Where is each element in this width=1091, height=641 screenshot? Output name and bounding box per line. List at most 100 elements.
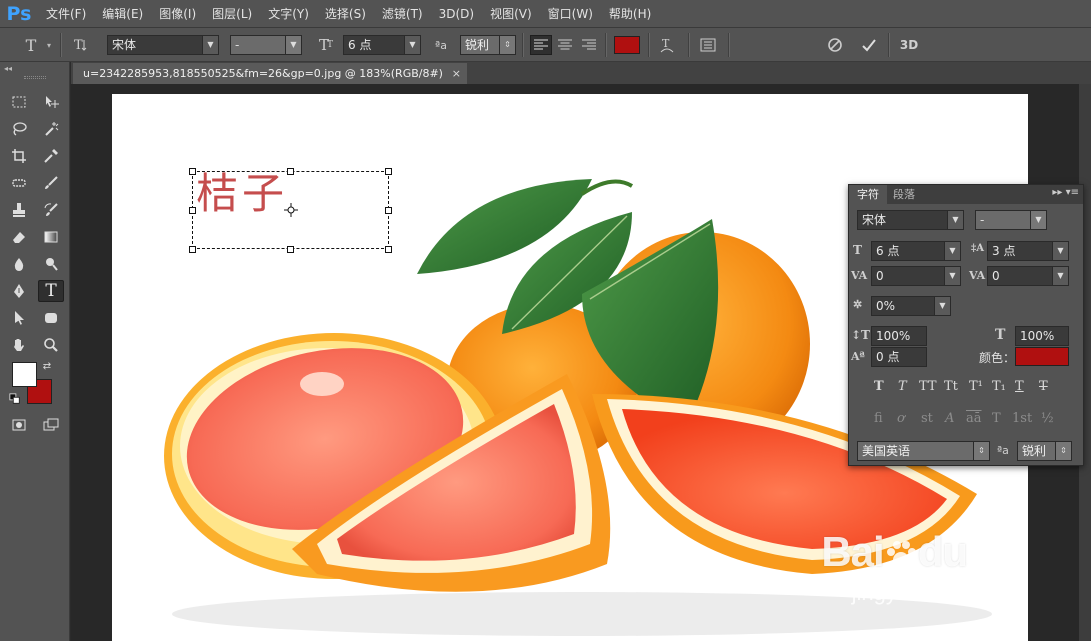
dodge-tool-icon[interactable]	[38, 253, 64, 275]
pen-tool-icon[interactable]	[6, 280, 32, 302]
panel-font-style-select[interactable]: - ▼	[975, 210, 1047, 230]
panel-font-family-select[interactable]: 宋体 ▼	[857, 210, 964, 230]
tab-paragraph[interactable]: 段落	[885, 185, 923, 204]
language-select[interactable]: 美国英语 ⇕	[857, 441, 990, 461]
align-center-button[interactable]	[554, 35, 576, 55]
menu-select[interactable]: 选择(S)	[317, 0, 374, 28]
faux-italic-button[interactable]: T	[898, 379, 907, 394]
kerning-select[interactable]: 0 ▼	[871, 266, 961, 286]
warp-text-icon[interactable]: T	[656, 35, 678, 55]
small-caps-button[interactable]: Tt	[944, 379, 958, 394]
discretionary-ligatures-button[interactable]: st	[921, 411, 933, 426]
titling-alternates-button[interactable]: T	[992, 411, 1001, 426]
transform-handle[interactable]	[189, 168, 196, 175]
type-tool-icon[interactable]: T	[38, 280, 64, 302]
updown-icon: ⇕	[499, 36, 515, 54]
swash-button[interactable]: A	[945, 411, 954, 426]
type-tool-preset-icon[interactable]: T	[20, 35, 42, 55]
commit-check-icon[interactable]	[858, 35, 880, 55]
menu-type[interactable]: 文字(Y)	[260, 0, 317, 28]
panel-color-swatch[interactable]	[1015, 347, 1069, 366]
align-left-button[interactable]	[530, 35, 552, 55]
screen-mode-icon[interactable]	[38, 414, 64, 436]
clone-stamp-icon[interactable]	[6, 199, 32, 221]
gradient-tool-icon[interactable]	[38, 226, 64, 248]
foreground-color-swatch-front[interactable]	[12, 362, 37, 387]
panel-grip[interactable]	[24, 76, 46, 79]
zoom-tool-icon[interactable]	[38, 334, 64, 356]
default-colors-icon[interactable]	[8, 392, 22, 406]
stylistic-alternates-button[interactable]: aā	[966, 411, 982, 426]
collapse-icon[interactable]: ◂◂	[4, 64, 12, 73]
strikethrough-button[interactable]: T	[1039, 379, 1048, 394]
preset-chevron-down-icon[interactable]: ▾	[44, 39, 54, 51]
font-size-select[interactable]: 6 点 ▼	[343, 35, 421, 55]
healing-brush-icon[interactable]	[6, 172, 32, 194]
menu-view[interactable]: 视图(V)	[482, 0, 540, 28]
blur-tool-icon[interactable]	[6, 253, 32, 275]
font-family-select[interactable]: 宋体 ▼	[107, 35, 219, 55]
menu-help[interactable]: 帮助(H)	[601, 0, 659, 28]
antialias-select[interactable]: 锐利 ⇕	[460, 35, 516, 55]
tab-character[interactable]: 字符	[849, 185, 887, 204]
quick-mask-icon[interactable]	[6, 414, 32, 436]
menu-filter[interactable]: 滤镜(T)	[374, 0, 431, 28]
close-icon[interactable]: ×	[452, 63, 461, 84]
swap-colors-icon[interactable]: ⇄	[40, 359, 54, 373]
text-color-swatch[interactable]	[614, 36, 640, 54]
transform-handle[interactable]	[287, 168, 294, 175]
menu-window[interactable]: 窗口(W)	[540, 0, 601, 28]
panel-menu-icon[interactable]: ▸▸ ▾≡	[1052, 187, 1079, 198]
transform-handle[interactable]	[385, 246, 392, 253]
fractions-button[interactable]: ½	[1041, 411, 1054, 426]
superscript-button[interactable]: T¹	[969, 379, 983, 394]
transform-handle[interactable]	[287, 246, 294, 253]
magic-wand-icon[interactable]	[38, 118, 64, 140]
font-style-select[interactable]: - ▼	[230, 35, 302, 55]
eraser-tool-icon[interactable]	[6, 226, 32, 248]
chevron-down-icon: ▼	[285, 36, 301, 54]
panels-toggle-icon[interactable]	[697, 35, 719, 55]
history-brush-icon[interactable]	[38, 199, 64, 221]
panel-font-size-select[interactable]: 6 点 ▼	[871, 241, 961, 261]
ligatures-button[interactable]: fi	[874, 411, 883, 426]
underline-button[interactable]: T	[1015, 379, 1024, 394]
baseline-shift-input[interactable]: 0 点	[871, 347, 927, 367]
document-tab[interactable]: u=2342285953,818550525&fm=26&gp=0.jpg @ …	[73, 63, 467, 84]
brush-tool-icon[interactable]	[38, 172, 64, 194]
transform-handle[interactable]	[189, 207, 196, 214]
transform-handle[interactable]	[385, 168, 392, 175]
path-selection-icon[interactable]	[6, 307, 32, 329]
transform-handle[interactable]	[189, 246, 196, 253]
marquee-tool-icon[interactable]	[6, 91, 32, 113]
lasso-tool-icon[interactable]	[6, 118, 32, 140]
tsume-select[interactable]: 0% ▼	[871, 296, 951, 316]
menu-layer[interactable]: 图层(L)	[204, 0, 260, 28]
transform-handle[interactable]	[385, 207, 392, 214]
menu-edit[interactable]: 编辑(E)	[94, 0, 151, 28]
vertical-scale-icon: ↕T	[851, 328, 870, 342]
toggle-orientation-icon[interactable]: T	[70, 35, 92, 55]
menu-3d[interactable]: 3D(D)	[431, 0, 482, 28]
hand-tool-icon[interactable]	[6, 334, 32, 356]
cancel-icon[interactable]	[824, 35, 846, 55]
align-right-button[interactable]	[578, 35, 600, 55]
menu-image[interactable]: 图像(I)	[151, 0, 204, 28]
menu-file[interactable]: 文件(F)	[38, 0, 94, 28]
vertical-scale-input[interactable]: 100%	[871, 326, 927, 346]
3d-button[interactable]: 3D	[896, 35, 922, 55]
all-caps-button[interactable]: TT	[919, 379, 937, 394]
reference-point-icon[interactable]	[284, 203, 298, 217]
rectangle-shape-icon[interactable]	[38, 307, 64, 329]
subscript-button[interactable]: T₁	[992, 379, 1006, 394]
leading-select[interactable]: 3 点 ▼	[987, 241, 1069, 261]
eyedropper-icon[interactable]	[38, 145, 64, 167]
contextual-alternates-button[interactable]: ơ	[897, 411, 905, 426]
panel-antialias-select[interactable]: 锐利 ⇕	[1017, 441, 1072, 461]
move-tool-icon[interactable]	[38, 91, 64, 113]
tracking-select[interactable]: 0 ▼	[987, 266, 1069, 286]
horizontal-scale-input[interactable]: 100%	[1015, 326, 1069, 346]
crop-tool-icon[interactable]	[6, 145, 32, 167]
ordinals-button[interactable]: 1st	[1012, 411, 1032, 426]
faux-bold-button[interactable]: T	[874, 379, 884, 394]
